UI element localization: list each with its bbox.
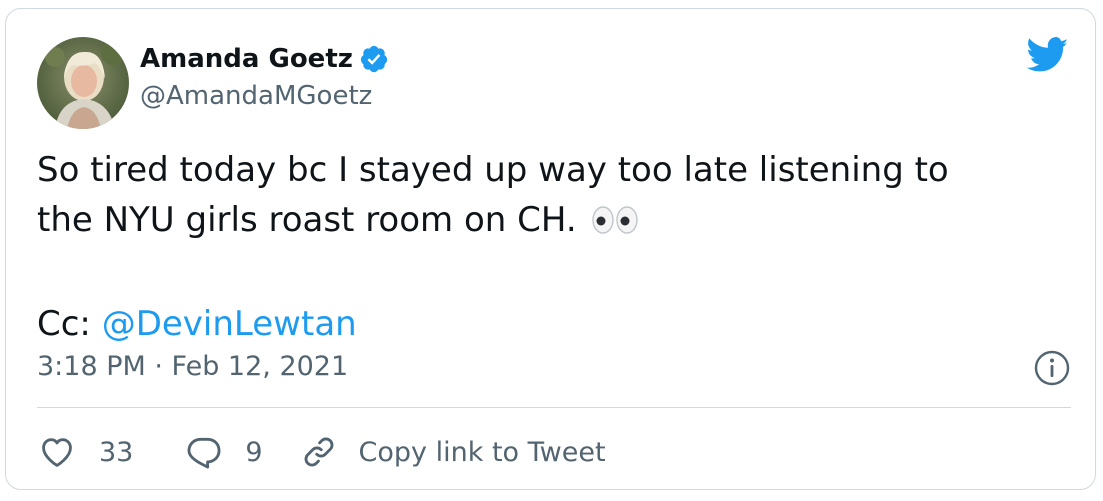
verified-badge-icon [359,44,389,74]
like-count: 33 [99,436,134,468]
tweet-card: Amanda Goetz @AmandaMGoetz So tired toda… [5,8,1096,490]
reply-button[interactable]: 9 [185,433,263,471]
info-icon[interactable] [1033,349,1071,387]
cc-label: Cc: [37,304,102,344]
eyes-emoji-icon [591,199,639,249]
tweet-text-line2: the NYU girls roast room on CH. [37,200,588,240]
author-display-name[interactable]: Amanda Goetz [140,44,353,74]
divider [37,407,1071,408]
copy-link-button[interactable]: Copy link to Tweet [301,434,606,470]
avatar-image [37,37,129,129]
tweet-timestamp[interactable]: 3:18 PM · Feb 12, 2021 [37,351,348,382]
author-handle[interactable]: @AmandaMGoetz [140,81,372,111]
copy-link-label: Copy link to Tweet [358,436,606,468]
reply-count: 9 [245,436,263,468]
mention-link[interactable]: @DevinLewtan [102,304,357,344]
tweet-text: So tired today bc I stayed up way too la… [37,145,1082,349]
twitter-bird-icon[interactable] [1023,37,1069,75]
author-name-row[interactable]: Amanda Goetz [140,39,389,79]
like-button[interactable]: 33 [37,433,133,471]
heart-icon [42,438,72,467]
action-bar: 33 9 Copy link to Tweet [37,427,606,477]
avatar[interactable] [37,37,129,129]
link-icon [304,437,333,467]
tweet-text-line1: So tired today bc I stayed up way too la… [37,150,949,190]
reply-bubble-icon [187,437,221,469]
